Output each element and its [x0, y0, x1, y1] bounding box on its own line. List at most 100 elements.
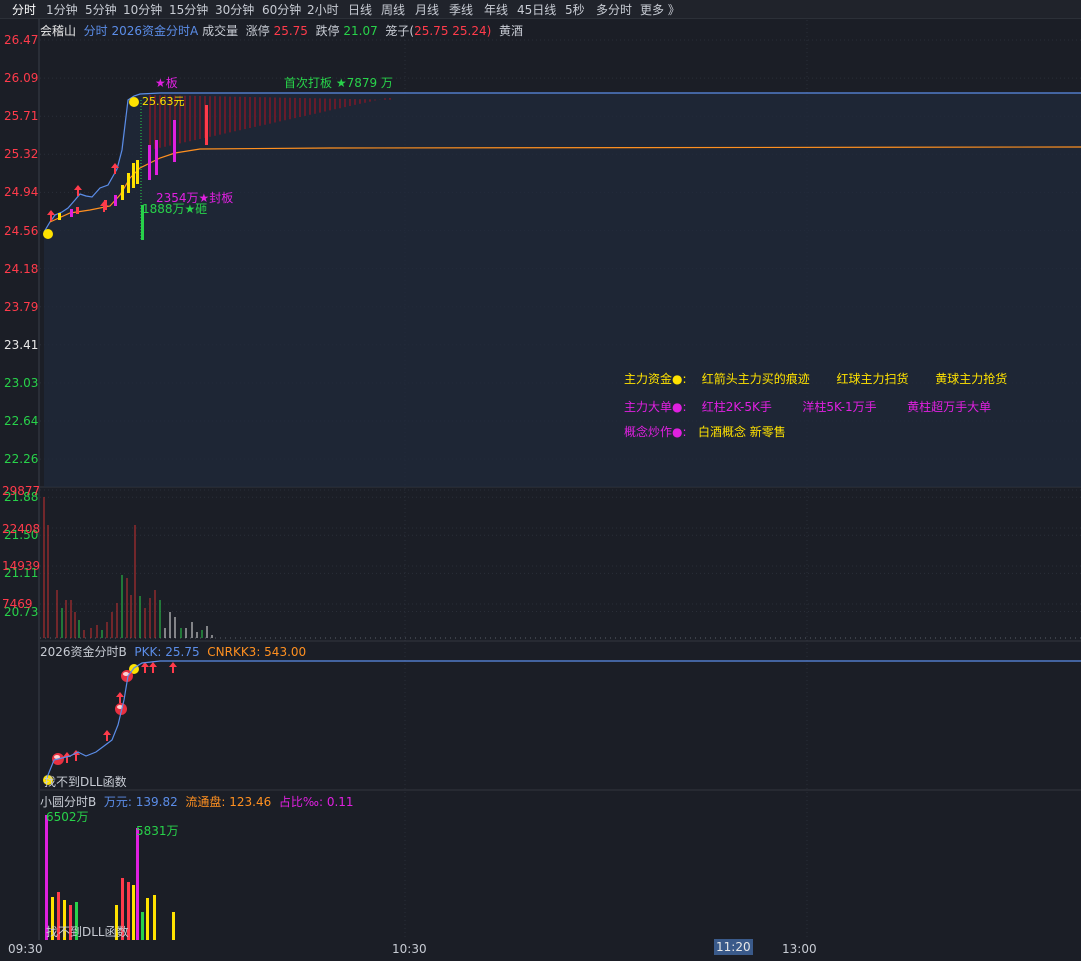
price-tick: 25.32 — [4, 147, 39, 162]
price-tick: 24.56 — [4, 223, 39, 238]
chart-canvas — [38, 19, 1081, 940]
time-cursor-label: 11:20 — [714, 939, 753, 955]
candle-bar — [70, 209, 73, 217]
legend-item-red-arrow: 红箭头主力买的痕迹 — [701, 372, 810, 386]
chart-header: 会稽山 分时 2026资金分时A 成交量 涨停 25.75 跌停 21.07 笼… — [40, 22, 523, 39]
legend-concept: 概念炒作●: 白酒概念 新零售 — [624, 423, 786, 440]
candle-bar — [58, 213, 61, 220]
candle-bar — [127, 173, 130, 193]
red-arrow-icon — [149, 662, 157, 673]
price-tick: 23.41 — [4, 337, 39, 352]
first-board-tag: 首次打板 ★7879 万 — [284, 76, 393, 90]
tab-0[interactable]: 分时 — [12, 1, 36, 18]
candle-bar — [114, 195, 117, 206]
cage-label: 笼子( — [385, 24, 415, 38]
legend-title-3: 概念炒作●: — [624, 425, 687, 439]
red-arrow-icon — [141, 662, 149, 673]
volume-tick: 29877 — [2, 484, 41, 498]
candle-bar — [173, 120, 176, 162]
legend-main-funds: 主力资金●: 红箭头主力买的痕迹 红球主力扫货 黄球主力抢货 — [624, 370, 1007, 387]
tab-14[interactable]: 5秒 — [565, 1, 585, 18]
price-tick: 24.18 — [4, 261, 39, 276]
price-tick: 26.09 — [4, 71, 39, 86]
smash-tag: 1888万★砸 — [142, 202, 208, 216]
panel-c-bar — [146, 898, 149, 940]
panel-c-float: 流通盘: 123.46 — [185, 795, 272, 809]
panel-c-dll-note: 找不到DLL函数 — [46, 925, 129, 939]
panel-b-name[interactable]: 2026资金分时B — [40, 645, 127, 659]
candle-bar — [205, 105, 208, 145]
panel-b-pkk: PKK: 25.75 — [134, 645, 200, 659]
panel-c-ratio: 占比‰: 0.11 — [278, 795, 354, 809]
price-tick: 22.26 — [4, 452, 39, 467]
limit-down-value: 21.07 — [343, 24, 378, 38]
tab-11[interactable]: 季线 — [449, 1, 473, 18]
panel-c-bar — [141, 912, 144, 940]
yellow-ball-icon — [43, 229, 53, 239]
volume-tick: 14939 — [2, 559, 41, 573]
indicator-name[interactable]: 分时 2026资金分时A — [84, 24, 199, 38]
time-label-1300: 13:00 — [782, 942, 817, 956]
price-tag: 25.63元 — [142, 95, 185, 108]
tab-16[interactable]: 更多 》 — [640, 1, 680, 18]
panel-c-bar — [136, 828, 139, 940]
tab-4[interactable]: 15分钟 — [169, 1, 208, 18]
legend-item-yellow-bar: 黄柱超万手大单 — [907, 400, 992, 414]
limit-up-value: 25.75 — [273, 24, 308, 38]
candle-bar — [121, 185, 124, 200]
limit-up-label: 涨停 — [245, 24, 270, 38]
tab-2[interactable]: 5分钟 — [85, 1, 117, 18]
price-area — [44, 93, 1081, 487]
tab-12[interactable]: 年线 — [484, 1, 508, 18]
panel-b-line — [45, 660, 1081, 781]
period-tab-bar: 分时 1分钟 5分钟 10分钟 15分钟 30分钟 60分钟 2小时 日线 周线 月线 季线 年线 45日… — [0, 0, 1081, 19]
price-tick: 26.47 — [4, 33, 39, 47]
candle-bar — [132, 163, 135, 188]
panel-c-wan: 万元: 139.82 — [103, 795, 178, 809]
cage-values: 25.75 25.24) — [414, 24, 492, 38]
limit-down-label: 跌停 — [315, 24, 340, 38]
legend-concept-value: 白酒概念 新零售 — [697, 425, 786, 439]
panel-b-header: 2026资金分时B PKK: 25.75 CNRKK3: 543.00 — [40, 643, 306, 660]
price-tick: 25.71 — [4, 109, 39, 124]
candle-bar — [155, 140, 158, 175]
red-arrow-icon — [116, 692, 124, 703]
tab-15[interactable]: 多分时 — [596, 1, 632, 18]
price-tick: 24.94 — [4, 185, 39, 200]
panel-c-name[interactable]: 小圆分时B — [40, 795, 96, 809]
volume-tick: 7469 — [2, 597, 33, 611]
panel-b-dll-note: 找不到DLL函数 — [44, 775, 127, 789]
volume-tick: 22408 — [2, 522, 41, 536]
stock-name: 会稽山 — [40, 24, 77, 38]
volume-label: 成交量 — [202, 24, 239, 38]
price-tick: 23.79 — [4, 299, 39, 314]
tab-1[interactable]: 1分钟 — [46, 1, 78, 18]
panel-b-cnrkk: CNRKK3: 543.00 — [207, 645, 307, 659]
legend-item-red-ball: 红球主力扫货 — [836, 372, 909, 386]
yellow-ball-icon — [129, 97, 139, 107]
tab-3[interactable]: 10分钟 — [123, 1, 162, 18]
tab-7[interactable]: 2小时 — [307, 1, 339, 18]
legend-title-1: 主力资金●: — [624, 372, 687, 386]
time-label-1030: 10:30 — [392, 942, 427, 956]
tab-6[interactable]: 60分钟 — [262, 1, 301, 18]
panel-c-tag-5831: 5831万 — [136, 824, 179, 838]
panel-c-tag-6502: 6502万 — [46, 810, 89, 824]
red-arrow-icon — [72, 750, 80, 761]
panel-c-bar — [132, 885, 135, 940]
legend-item-red-bar: 红柱2K-5K手 — [701, 400, 772, 414]
tab-8[interactable]: 日线 — [348, 1, 372, 18]
tab-5[interactable]: 30分钟 — [215, 1, 254, 18]
sector-name: 黄酒 — [498, 24, 523, 38]
tab-9[interactable]: 周线 — [381, 1, 405, 18]
panel-c-bar — [153, 895, 156, 940]
price-tick: 22.64 — [4, 414, 39, 428]
legend-title-2: 主力大单●: — [624, 400, 687, 414]
legend-item-yellow-ball: 黄球主力抢货 — [935, 372, 1008, 386]
tab-13[interactable]: 45日线 — [517, 1, 556, 18]
time-label-0930: 09:30 — [8, 942, 43, 956]
panel-c-bar — [172, 912, 175, 940]
candle-bar — [76, 207, 79, 214]
panel-c-bar — [45, 815, 48, 940]
tab-10[interactable]: 月线 — [415, 1, 439, 18]
